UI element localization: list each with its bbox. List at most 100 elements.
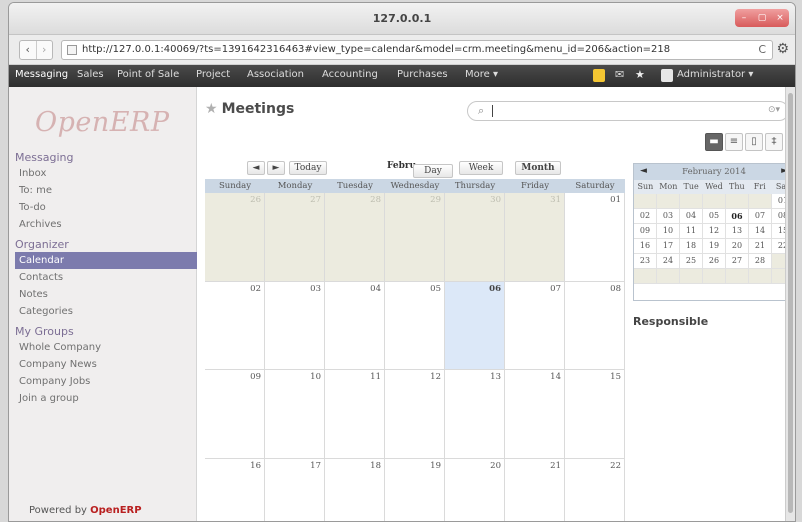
calendar-day-cell[interactable]: 03 bbox=[265, 281, 325, 370]
sidebar-item-inbox[interactable]: Inbox bbox=[15, 165, 197, 182]
mini-calendar-day[interactable]: 25 bbox=[680, 254, 703, 269]
avatar[interactable] bbox=[661, 69, 673, 82]
menu-item-accounting[interactable]: Accounting bbox=[322, 69, 378, 80]
back-icon[interactable]: ‹ bbox=[20, 41, 36, 59]
form-view-button[interactable]: ▯ bbox=[745, 133, 763, 151]
mini-calendar-day[interactable]: 16 bbox=[634, 239, 657, 254]
page-scrollbar[interactable] bbox=[785, 87, 795, 521]
mini-calendar-day[interactable]: 24 bbox=[657, 254, 680, 269]
calendar-day-cell[interactable]: 13 bbox=[445, 370, 505, 459]
gantt-view-button[interactable]: ‡ bbox=[765, 133, 783, 151]
gear-icon[interactable]: ⚙ bbox=[776, 41, 789, 57]
calendar-day-cell[interactable]: 18 bbox=[325, 458, 385, 521]
mini-calendar-day[interactable]: 09 bbox=[634, 224, 657, 239]
search-input[interactable]: ⌕ ⊙▾ bbox=[467, 101, 789, 121]
mini-calendar-day[interactable]: 18 bbox=[680, 239, 703, 254]
mini-calendar-day[interactable]: 14 bbox=[749, 224, 772, 239]
mini-calendar-day[interactable]: 27 bbox=[726, 254, 749, 269]
sidebar-item-notes[interactable]: Notes bbox=[15, 286, 197, 303]
mini-calendar-day[interactable]: 07 bbox=[749, 209, 772, 224]
calendar-day-cell[interactable]: 07 bbox=[505, 281, 565, 370]
mini-calendar-day[interactable]: 05 bbox=[703, 209, 726, 224]
search-options-icon[interactable]: ⊙▾ bbox=[768, 105, 780, 115]
minimize-icon[interactable]: – bbox=[735, 9, 753, 27]
calendar-day-cell[interactable]: 06 bbox=[445, 281, 505, 370]
mini-calendar-day[interactable]: 13 bbox=[726, 224, 749, 239]
mini-calendar-day[interactable]: 19 bbox=[703, 239, 726, 254]
menu-item-messaging[interactable]: Messaging bbox=[15, 69, 68, 80]
mini-calendar-day[interactable]: 11 bbox=[680, 224, 703, 239]
today-button[interactable]: Today bbox=[289, 161, 327, 175]
calendar-day-cell[interactable]: 14 bbox=[505, 370, 565, 459]
calendar-day-cell[interactable]: 19 bbox=[385, 458, 445, 521]
maximize-icon[interactable]: ▢ bbox=[753, 9, 771, 27]
sidebar-item-to-me[interactable]: To: me bbox=[15, 182, 197, 199]
calendar-day-cell[interactable]: 02 bbox=[205, 281, 265, 370]
calendar-day-cell[interactable]: 09 bbox=[205, 370, 265, 459]
sidebar-item-join-a-group[interactable]: Join a group bbox=[15, 390, 197, 407]
notification-icon[interactable] bbox=[593, 69, 605, 82]
month-view-button[interactable]: Month bbox=[515, 161, 561, 175]
calendar-day-cell[interactable]: 08 bbox=[565, 281, 625, 370]
sidebar-item-to-do[interactable]: To-do bbox=[15, 199, 197, 216]
forward-icon[interactable]: › bbox=[35, 41, 53, 59]
calendar-day-cell[interactable]: 04 bbox=[325, 281, 385, 370]
menu-item-project[interactable]: Project bbox=[196, 69, 230, 80]
calendar-day-cell[interactable]: 30 bbox=[445, 193, 505, 282]
week-view-button[interactable]: Week bbox=[459, 161, 503, 175]
calendar-day-cell[interactable]: 22 bbox=[565, 458, 625, 521]
mini-calendar-day[interactable]: 23 bbox=[634, 254, 657, 269]
menu-item-association[interactable]: Association bbox=[247, 69, 304, 80]
calendar-day-cell[interactable]: 20 bbox=[445, 458, 505, 521]
sidebar-item-categories[interactable]: Categories bbox=[15, 303, 197, 320]
star-icon[interactable]: ★ bbox=[635, 68, 645, 81]
sidebar-item-whole-company[interactable]: Whole Company bbox=[15, 339, 197, 356]
close-icon[interactable]: × bbox=[771, 9, 789, 27]
mini-calendar-day[interactable]: 20 bbox=[726, 239, 749, 254]
calendar-day-cell[interactable]: 01 bbox=[565, 193, 625, 282]
reload-icon[interactable]: C bbox=[758, 41, 766, 59]
calendar-day-cell[interactable]: 26 bbox=[205, 193, 265, 282]
calendar-day-cell[interactable]: 31 bbox=[505, 193, 565, 282]
next-button[interactable]: ► bbox=[267, 161, 285, 175]
menu-item-point-of-sale[interactable]: Point of Sale bbox=[117, 69, 179, 80]
calendar-day-cell[interactable]: 05 bbox=[385, 281, 445, 370]
mini-calendar-day[interactable]: 17 bbox=[657, 239, 680, 254]
mini-calendar-day[interactable]: 10 bbox=[657, 224, 680, 239]
calendar-day-cell[interactable]: 21 bbox=[505, 458, 565, 521]
day-view-button[interactable]: Day bbox=[413, 164, 453, 178]
calendar-day-cell[interactable]: 16 bbox=[205, 458, 265, 521]
mini-calendar-day[interactable]: 06 bbox=[726, 209, 749, 224]
list-view-button[interactable]: ≡ bbox=[725, 133, 743, 151]
calendar-day-cell[interactable]: 29 bbox=[385, 193, 445, 282]
calendar-view-button[interactable]: ▬ bbox=[705, 133, 723, 151]
mini-calendar-day[interactable]: 28 bbox=[749, 254, 772, 269]
scrollbar-thumb[interactable] bbox=[788, 93, 793, 513]
sidebar-item-archives[interactable]: Archives bbox=[15, 216, 197, 233]
calendar-day-cell[interactable]: 28 bbox=[325, 193, 385, 282]
prev-button[interactable]: ◄ bbox=[247, 161, 265, 175]
mini-calendar-day[interactable]: 12 bbox=[703, 224, 726, 239]
calendar-day-cell[interactable]: 10 bbox=[265, 370, 325, 459]
menu-item-purchases[interactable]: Purchases bbox=[397, 69, 448, 80]
sidebar-item-company-news[interactable]: Company News bbox=[15, 356, 197, 373]
address-field[interactable]: http://127.0.0.1:40069/?ts=1391642316463… bbox=[61, 40, 773, 60]
mini-calendar-day[interactable]: 03 bbox=[657, 209, 680, 224]
user-menu[interactable]: Administrator ▾ bbox=[677, 69, 753, 80]
calendar-day-cell[interactable]: 27 bbox=[265, 193, 325, 282]
sidebar-item-company-jobs[interactable]: Company Jobs bbox=[15, 373, 197, 390]
mini-calendar-day[interactable]: 04 bbox=[680, 209, 703, 224]
window-controls[interactable]: – ▢ × bbox=[735, 9, 789, 27]
mini-calendar-day[interactable]: 26 bbox=[703, 254, 726, 269]
calendar-day-cell[interactable]: 15 bbox=[565, 370, 625, 459]
calendar-day-cell[interactable]: 11 bbox=[325, 370, 385, 459]
mini-calendar-day[interactable]: 02 bbox=[634, 209, 657, 224]
logo[interactable]: OpenERP bbox=[35, 107, 170, 138]
sidebar-item-contacts[interactable]: Contacts bbox=[15, 269, 197, 286]
menu-item-more[interactable]: More ▾ bbox=[465, 69, 498, 80]
sidebar-item-calendar[interactable]: Calendar bbox=[15, 252, 197, 269]
favorite-star-icon[interactable]: ★ bbox=[205, 101, 218, 117]
menu-item-sales[interactable]: Sales bbox=[77, 69, 104, 80]
powered-brand-link[interactable]: OpenERP bbox=[90, 505, 141, 516]
calendar-day-cell[interactable]: 17 bbox=[265, 458, 325, 521]
